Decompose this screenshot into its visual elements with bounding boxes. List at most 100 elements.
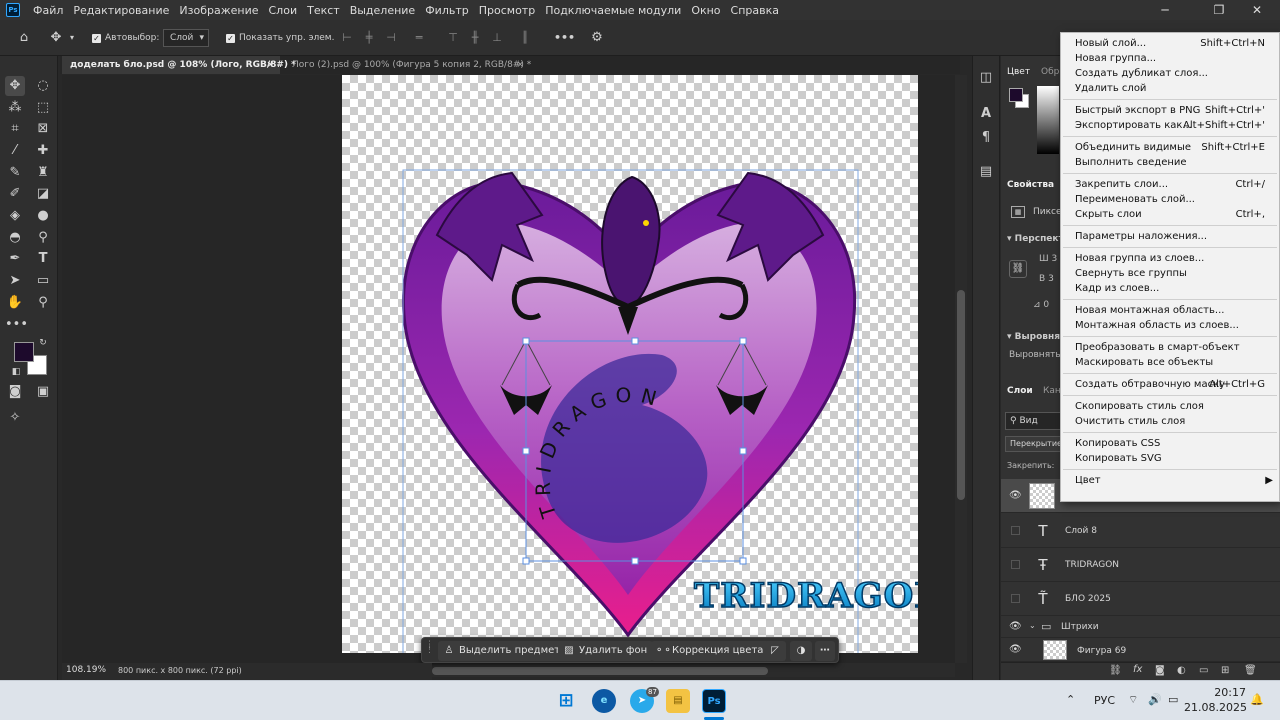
menu-edit[interactable]: Редактирование <box>68 4 174 17</box>
menu-select[interactable]: Выделение <box>345 4 421 17</box>
close-tab-icon[interactable]: × <box>516 56 524 74</box>
default-colors-icon[interactable]: ◧ <box>9 365 23 379</box>
context-menu-item[interactable]: Очистить стиль слоя <box>1061 414 1279 429</box>
healing-brush-icon[interactable]: ✚ <box>33 141 53 161</box>
blend-mode-select[interactable]: Перекрытие <box>1005 436 1063 452</box>
more-options-icon[interactable]: ••• <box>554 29 575 47</box>
move-tool-preset-icon[interactable]: ✥ <box>46 28 66 48</box>
photoshop-logo-icon[interactable]: Ps <box>6 3 20 17</box>
align-bottom-icon[interactable]: ⊥ <box>490 32 504 44</box>
battery-icon[interactable]: ▭ <box>1168 693 1178 707</box>
mask-icon[interactable]: ◑ <box>790 641 812 661</box>
windows-start-icon[interactable]: ⊞ <box>554 689 578 713</box>
distribute-v-icon[interactable]: ║ <box>518 32 532 44</box>
perspective-section[interactable]: ▾ Перспект <box>1007 230 1064 248</box>
select-subject-button[interactable]: ♙ Выделить предмет <box>438 641 567 661</box>
context-menu-item[interactable]: Маскировать все объекты <box>1061 355 1279 370</box>
context-menu-item[interactable]: Параметры наложения... <box>1061 229 1279 244</box>
file-explorer-icon[interactable]: ▤ <box>666 689 690 713</box>
context-menu-item[interactable]: Скопировать стиль слоя <box>1061 399 1279 414</box>
swap-colors-icon[interactable]: ↻ <box>36 336 50 350</box>
context-menu-item[interactable]: Монтажная область из слоев... <box>1061 318 1279 333</box>
width-field[interactable]: Ш 3 <box>1039 250 1057 268</box>
language-indicator[interactable]: РУС <box>1094 694 1115 708</box>
context-menu-item[interactable]: Выполнить сведение <box>1061 155 1279 170</box>
paint-bucket-icon[interactable]: ◈ <box>5 206 25 226</box>
menu-image[interactable]: Изображение <box>174 4 263 17</box>
visibility-eye-icon[interactable]: 👁 <box>1009 490 1022 502</box>
align-top-icon[interactable]: ⊤ <box>446 32 460 44</box>
comments-panel-icon[interactable]: ▤ <box>976 162 996 182</box>
photoshop-taskbar-icon[interactable]: Ps <box>702 689 726 713</box>
drag-handle-icon[interactable]: ⋮ ⋮ <box>425 641 434 659</box>
context-menu-item[interactable]: Копировать SVG <box>1061 451 1279 466</box>
context-menu-item[interactable]: Быстрый экспорт в PNG Shift+Ctrl+' <box>1061 103 1279 118</box>
eraser-icon[interactable]: ◪ <box>33 184 53 204</box>
delete-layer-icon[interactable]: 🗑 <box>1244 665 1257 676</box>
context-menu-item[interactable]: Новая группа... <box>1061 51 1279 66</box>
clone-stamp-icon[interactable]: ♜ <box>33 163 53 183</box>
align-right-icon[interactable]: ⊣ <box>384 32 398 44</box>
context-menu-item[interactable]: Переименовать слой... <box>1061 192 1279 207</box>
context-menu-item[interactable]: Закрепить слои... Ctrl+/ <box>1061 177 1279 192</box>
visibility-off-box[interactable] <box>1011 594 1020 603</box>
edge-browser-icon[interactable]: e <box>592 689 616 713</box>
adjustment-layer-icon[interactable]: ◐ <box>1177 665 1186 676</box>
context-menu-item[interactable]: Экспортировать как... Alt+Shift+Ctrl+' <box>1061 118 1279 133</box>
more-icon[interactable]: ⋯ <box>815 641 835 661</box>
align-middle-v-icon[interactable]: ╫ <box>468 32 482 44</box>
layer-row-tridragon[interactable]: Ŧ TRIDRAGON <box>1001 548 1280 582</box>
wifi-icon[interactable]: ⌔ <box>1128 693 1138 707</box>
context-menu-item[interactable]: Новая группа из слоев... <box>1061 251 1279 266</box>
zoom-tool-icon[interactable]: ⚲ <box>33 293 53 313</box>
align-section[interactable]: ▾ Выровня <box>1007 328 1060 346</box>
context-menu-item[interactable]: Копировать CSS <box>1061 436 1279 451</box>
ellipse-marquee-icon[interactable]: ◌ <box>33 76 53 96</box>
minimize-icon[interactable]: ─ <box>1142 0 1188 20</box>
crop-tool-icon[interactable]: ⌗ <box>5 119 25 139</box>
paragraph-panel-icon[interactable]: ¶ <box>976 128 996 148</box>
close-window-icon[interactable]: ✕ <box>1234 0 1280 20</box>
menu-help[interactable]: Справка <box>726 4 784 17</box>
context-menu-item[interactable]: Удалить слой <box>1061 81 1279 96</box>
brush-tool-icon[interactable]: ✎ <box>5 163 25 183</box>
clock-time[interactable]: 20:17 <box>1210 686 1246 700</box>
volume-icon[interactable]: 🔊 <box>1148 693 1162 707</box>
show-transform-checkbox[interactable]: ✓ <box>226 34 235 43</box>
align-center-h-icon[interactable]: ╪ <box>362 32 376 44</box>
context-menu-item[interactable]: Новый слой... Shift+Ctrl+N <box>1061 36 1279 51</box>
edit-toolbar-icon[interactable]: ••• <box>5 315 28 335</box>
layer-row-figura69[interactable]: 👁 Фигура 69 <box>1001 638 1280 662</box>
tab-channels[interactable]: Кан <box>1043 382 1061 400</box>
layer-row-sloy8[interactable]: T Слой 8 <box>1001 514 1280 548</box>
tab-properties[interactable]: Свойства <box>1007 176 1054 194</box>
add-mask-icon[interactable]: ◙ <box>1155 665 1165 676</box>
quick-mask-icon[interactable]: ◙ <box>5 382 25 402</box>
notification-bell-icon[interactable]: 🔔 <box>1250 693 1264 707</box>
remove-background-button[interactable]: ▨ Удалить фон <box>558 641 654 661</box>
transform-icon[interactable]: ◸ <box>764 641 786 661</box>
group-chevron-icon[interactable]: ⌄ <box>1029 621 1036 630</box>
color-correction-button[interactable]: ⚬⚬Коррекция цвета <box>651 641 770 661</box>
pen-tool-icon[interactable]: ✒ <box>5 249 25 269</box>
home-icon[interactable]: ⌂ <box>14 28 34 48</box>
rectangle-tool-icon[interactable]: ▭ <box>33 271 53 291</box>
tab-patterns[interactable]: Обр <box>1041 63 1059 81</box>
layer-row-blo-2025[interactable]: T̃ БЛО 2025 <box>1001 582 1280 616</box>
menu-layers[interactable]: Слои <box>264 4 303 17</box>
character-panel-icon[interactable]: A <box>976 104 996 124</box>
context-menu-item[interactable]: Новая монтажная область... <box>1061 303 1279 318</box>
context-menu-item[interactable]: Создать дубликат слоя... <box>1061 66 1279 81</box>
hand-tool-icon[interactable]: ✋ <box>5 293 25 313</box>
history-panel-icon[interactable]: ◫ <box>976 68 996 88</box>
chevron-up-icon[interactable]: ⌃ <box>1066 693 1075 707</box>
menu-plugins[interactable]: Подключаемые модули <box>540 4 686 17</box>
distribute-h-icon[interactable]: ═ <box>412 32 426 44</box>
menu-window[interactable]: Окно <box>686 4 725 17</box>
height-field[interactable]: В 3 <box>1039 270 1054 288</box>
frame-tool-icon[interactable]: ⊠ <box>33 119 53 139</box>
menu-file[interactable]: Файл <box>28 4 68 17</box>
vertical-scroll-thumb[interactable] <box>957 290 965 500</box>
type-tool-icon[interactable]: T <box>33 249 53 269</box>
visibility-off-box[interactable] <box>1011 560 1020 569</box>
